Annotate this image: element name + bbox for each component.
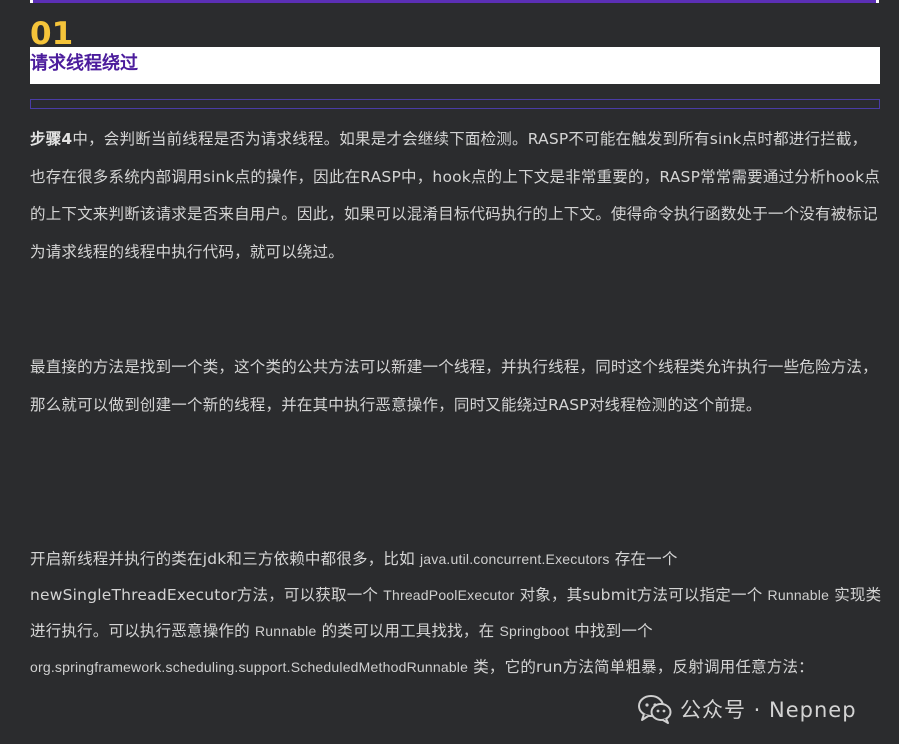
paragraph-1-text: 中，会判断当前线程是否为请求线程。如果是才会继续下面检测。RASP不可能在触发到… [30,130,880,261]
step-label: 步骤4 [30,130,73,148]
paragraph-3-text: 对象，其submit方法可以指定一个 [514,586,768,604]
wechat-watermark: 公众号 · Nepnep [638,690,857,728]
article-page: 01 请求线程绕过 步骤4中，会判断当前线程是否为请求线程。如果是才会继续下面检… [0,0,899,744]
top-accent-bar [30,0,879,3]
section-divider [30,99,880,109]
section-title-box: 请求线程绕过 [30,47,880,84]
paragraph-2: 最直接的方法是找到一个类，这个类的公共方法可以新建一个线程，并执行线程，同时这个… [30,349,882,424]
paragraph-2-text: 最直接的方法是找到一个类，这个类的公共方法可以新建一个线程，并执行线程，同时这个… [30,358,878,414]
paragraph-1: 步骤4中，会判断当前线程是否为请求线程。如果是才会继续下面检测。RASP不可能在… [30,121,882,271]
paragraph-3-text: 的类可以用工具找找，在 [316,622,500,640]
paragraph-3: 开启新线程并执行的类在jdk和三方依赖中都很多，比如 java.util.con… [30,541,882,685]
paragraph-3-text: 中找到一个 [569,622,653,640]
top-bar-cap-right [876,0,879,3]
watermark-text: 公众号 · Nepnep [680,698,857,722]
inline-code-runnable: Runnable [767,587,830,603]
inline-code-runnable: Runnable [254,623,317,639]
paragraph-3-text: 开启新线程并执行的类在jdk和三方依赖中都很多，比如 [30,550,420,568]
inline-code-threadpoolexecutor: ThreadPoolExecutor [383,587,515,603]
inline-code-scheduledmethodrunnable: org.springframework.scheduling.support.S… [30,659,469,675]
inline-code-executors: java.util.concurrent.Executors [419,551,610,567]
inline-code-springboot: Springboot [499,623,570,639]
section-title: 请求线程绕过 [30,53,138,74]
wechat-icon [638,694,672,724]
top-bar-cap-left [30,0,33,3]
paragraph-3-text: 类，它的run方法简单粗暴，反射调用任意方法： [468,658,814,676]
